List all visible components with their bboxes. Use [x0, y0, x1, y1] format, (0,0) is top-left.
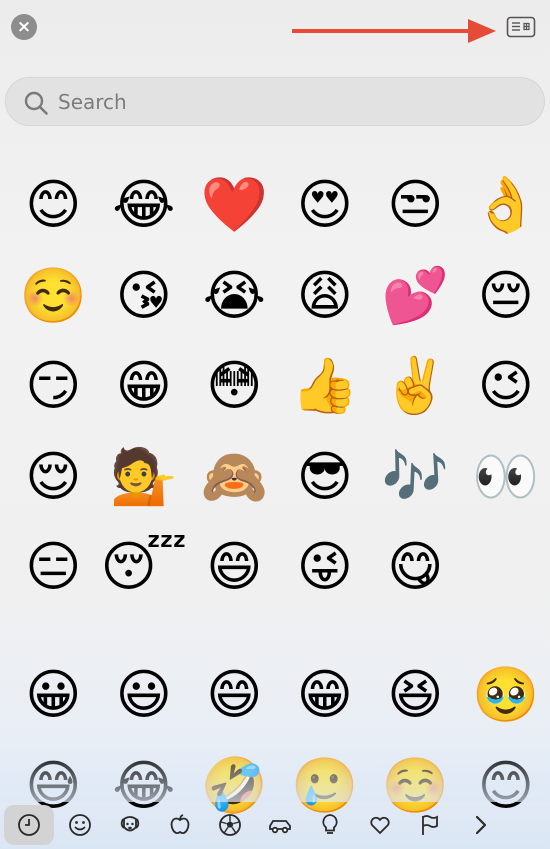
emoji-cell[interactable]: 👀 — [461, 432, 550, 523]
character-viewer-button[interactable] — [506, 15, 536, 39]
emoji-cell[interactable]: ☺️ — [8, 251, 99, 342]
tab-heart[interactable] — [356, 805, 404, 845]
search-bar — [5, 77, 545, 126]
tab-apple[interactable] — [156, 805, 204, 845]
emoji-cell[interactable]: 😃 — [99, 650, 190, 741]
tab-car[interactable] — [256, 805, 304, 845]
emoji-cell[interactable]: 😎 — [280, 432, 371, 523]
emoji-cell[interactable]: 😍 — [280, 160, 371, 251]
emoji-cell[interactable]: 😩 — [280, 251, 371, 342]
emoji-cell[interactable]: 🥹 — [461, 650, 550, 741]
tab-lightbulb[interactable] — [306, 805, 354, 845]
emoji-cell[interactable]: 😊 — [8, 160, 99, 251]
emoji-cell[interactable]: 😁 — [280, 650, 371, 741]
emoji-cell[interactable]: 💁 — [99, 432, 190, 523]
emoji-cell[interactable]: 😂 — [99, 160, 190, 251]
emoji-cell[interactable]: 😒 — [370, 160, 461, 251]
clock-icon — [18, 813, 40, 836]
emoji-cell[interactable]: 😭 — [189, 251, 280, 342]
apple-icon — [170, 813, 190, 834]
emoji-cell[interactable]: 😳 — [189, 341, 280, 432]
emoji-cell[interactable]: 😄 — [189, 522, 280, 613]
emoji-cell[interactable]: 😌 — [8, 432, 99, 523]
tab-flag[interactable] — [406, 805, 454, 845]
emoji-cell[interactable]: ✌️ — [370, 341, 461, 432]
tab-clock[interactable] — [4, 804, 54, 845]
tab-soccer-ball[interactable] — [206, 805, 254, 845]
tab-chevron-right[interactable] — [456, 805, 504, 845]
heart-icon — [370, 816, 390, 834]
emoji-cell[interactable]: 😀 — [8, 650, 99, 741]
close-icon: × — [16, 17, 32, 37]
dog-icon — [120, 815, 140, 831]
emoji-cell[interactable]: 😉 — [461, 341, 550, 432]
emoji-cell[interactable]: 😆 — [370, 650, 461, 741]
tab-smiley[interactable] — [56, 805, 104, 845]
annotation-arrow-line — [292, 29, 470, 33]
frequently-used-emoji-grid: 😊 😂 ❤️ 😍 😒 👌 ☺️ 😘 😭 😩 💕 😔 😏 😁 😳 👍 ✌️ 😉 😌 💁 🙈 😎 🎶 👀 😑 😴 😄 😜 😋 — [8, 160, 550, 613]
emoji-cell[interactable]: 👌 — [461, 160, 550, 251]
flag-icon — [422, 814, 438, 835]
emoji-cell[interactable]: 😜 — [280, 522, 371, 613]
search-icon — [24, 91, 48, 115]
emoji-cell[interactable]: 💕 — [370, 251, 461, 342]
close-button[interactable]: × — [11, 14, 37, 40]
emoji-cell[interactable]: 😑 — [8, 522, 99, 613]
emoji-cell[interactable]: 😘 — [99, 251, 190, 342]
emoji-cell[interactable]: 🎶 — [370, 432, 461, 523]
emoji-cell[interactable]: 😏 — [8, 341, 99, 432]
category-tab-bar — [0, 800, 550, 849]
car-icon — [269, 819, 291, 833]
annotation-arrow-head — [468, 19, 496, 43]
emoji-cell[interactable]: 😔 — [461, 251, 550, 342]
emoji-cell[interactable]: 🙈 — [189, 432, 280, 523]
emoji-cell[interactable]: 😴 — [99, 522, 190, 613]
smiley-icon — [69, 813, 91, 836]
soccer-ball-icon — [219, 813, 241, 836]
keyboard-icon — [506, 16, 536, 38]
emoji-cell[interactable]: 😄 — [189, 650, 280, 741]
emoji-cell[interactable]: 😁 — [99, 341, 190, 432]
search-input[interactable] — [58, 85, 518, 119]
tab-dog[interactable] — [106, 805, 154, 845]
emoji-cell[interactable]: 👍 — [280, 341, 371, 432]
emoji-cell[interactable]: ❤️ — [189, 160, 280, 251]
emoji-cell[interactable]: 😋 — [370, 522, 461, 613]
chevron-right-icon — [475, 815, 487, 834]
lightbulb-icon — [322, 813, 338, 834]
